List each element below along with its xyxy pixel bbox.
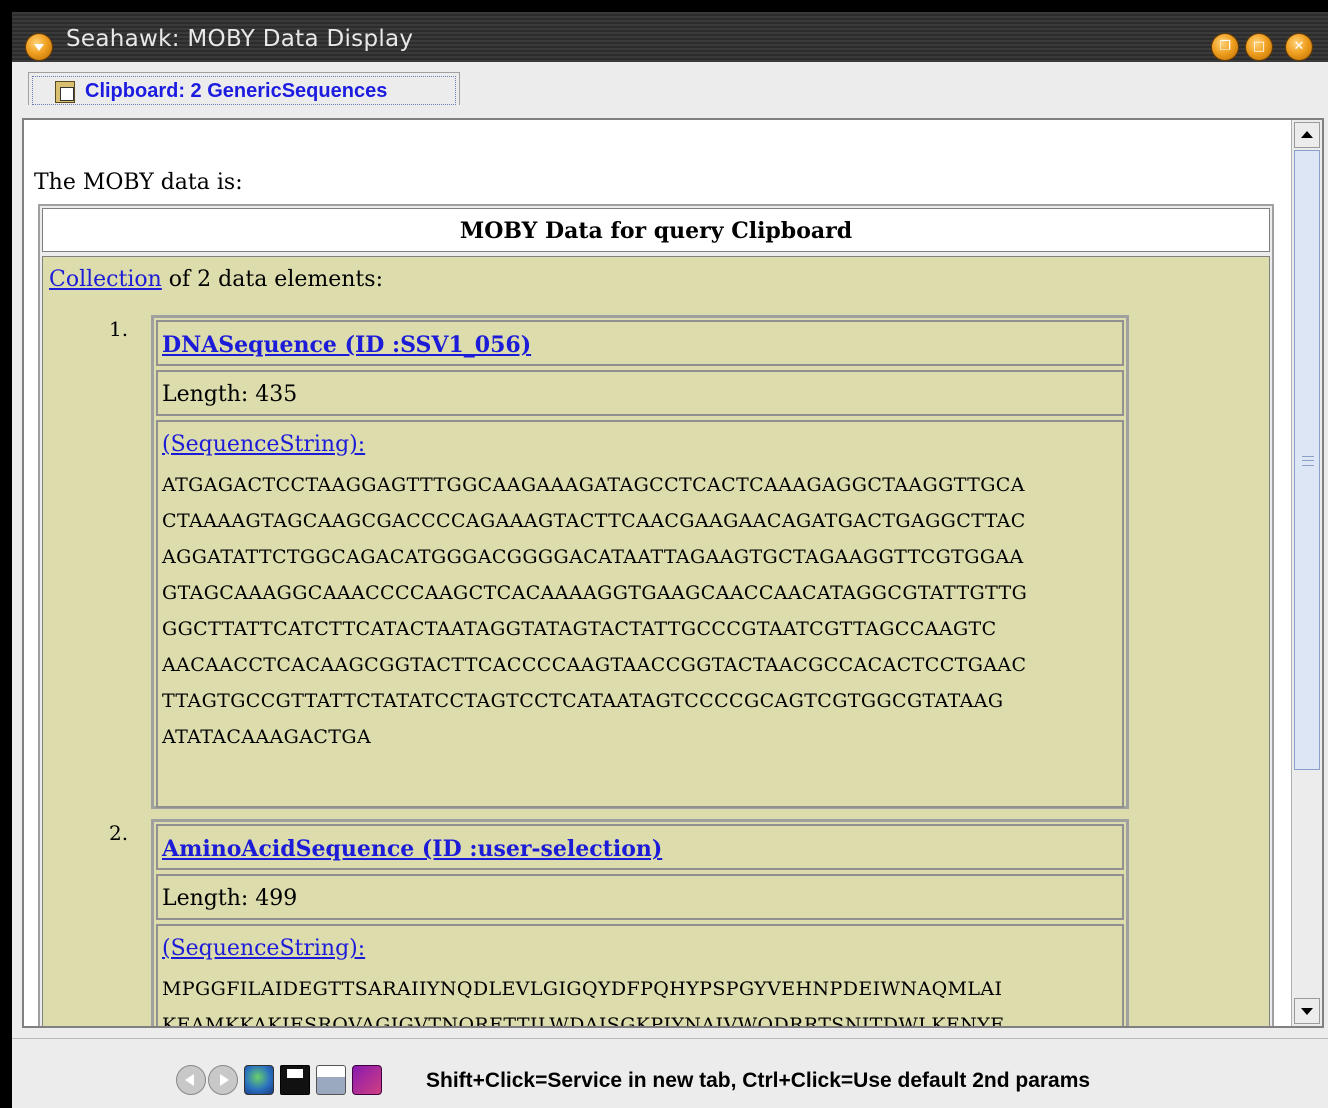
table-header: MOBY Data for query Clipboard: [42, 208, 1270, 252]
sequence-string-link[interactable]: (SequenceString):: [162, 432, 365, 457]
sequence-line: AGGATATTCTGGCAGACATGGGACGGGGACATAATTAGAA…: [162, 546, 1024, 568]
document-view: The MOBY data is: MOBY Data for query Cl…: [24, 120, 1290, 1026]
app-window: Seahawk: MOBY Data Display ❐ □ ✕ Clipboa…: [12, 12, 1328, 1108]
item-title-link[interactable]: AminoAcidSequence (ID :user-selection): [162, 836, 662, 862]
moby-data-table: MOBY Data for query Clipboard Collection…: [38, 204, 1274, 1026]
sequence-line: AACAACCTCACAAGCGGTACTTCACCCCAAGTAACCGGTA…: [162, 654, 1027, 676]
item-title-cell: DNASequence (ID :SSV1_056): [156, 320, 1124, 366]
content-frame: The MOBY data is: MOBY Data for query Cl…: [22, 118, 1324, 1028]
clipboard-icon: [55, 81, 75, 103]
list-item: AminoAcidSequence (ID :user-selection) L…: [151, 819, 1129, 1026]
sequence-line: CTAAAAGTAGCAAGCGACCCCAGAAAGTACTTCAACGAAG…: [162, 510, 1026, 532]
list-item: DNASequence (ID :SSV1_056) Length: 435 (…: [151, 315, 1129, 809]
sequence-text[interactable]: ATGAGACTCCTAAGGAGTTTGGCAAGAAAGATAGCCTCAC…: [158, 457, 1122, 755]
sequence-line: GGCTTATTCATCTTCATACTAATAGGTATAGTACTATTGC…: [162, 618, 997, 640]
print-icon[interactable]: [316, 1065, 346, 1095]
window-menu-icon[interactable]: [26, 34, 52, 60]
book-icon[interactable]: [352, 1065, 382, 1095]
back-icon[interactable]: [176, 1065, 206, 1095]
sequence-line: TTAGTGCCGTTATTCTATATCCTAGTCCTCATAATAGTCC…: [162, 690, 1004, 712]
tab-strip: Clipboard: 2 GenericSequences: [12, 62, 1328, 118]
window-title: Seahawk: MOBY Data Display: [66, 26, 414, 52]
scroll-thumb[interactable]: [1294, 150, 1320, 770]
sequence-line: KEAMKKAKIESRQVAGIGVTNQRETTILWDAISGKPIYNA…: [162, 1014, 1004, 1026]
minimize-icon[interactable]: □: [1246, 34, 1272, 60]
collection-suffix: of 2 data elements:: [161, 267, 383, 292]
intro-text: The MOBY data is:: [34, 170, 243, 195]
scroll-up-button[interactable]: [1294, 122, 1320, 148]
item-title-link[interactable]: DNASequence (ID :SSV1_056): [162, 332, 531, 358]
sequence-line: GTAGCAAAGGCAAACCCCAAGCTCACAAAAGGTGAAGCAA…: [162, 582, 1028, 604]
item-title-cell: AminoAcidSequence (ID :user-selection): [156, 824, 1124, 870]
item-length: Length: 499: [162, 886, 298, 911]
item-number: 2.: [109, 821, 129, 845]
sequence-line: ATATACAAAGACTGA: [162, 726, 372, 748]
forward-icon[interactable]: [208, 1065, 238, 1095]
title-bar[interactable]: Seahawk: MOBY Data Display ❐ □ ✕: [12, 12, 1328, 62]
tab-clipboard[interactable]: Clipboard: 2 GenericSequences: [28, 72, 460, 105]
grip-icon: [1302, 456, 1314, 466]
close-icon[interactable]: ✕: [1286, 34, 1312, 60]
restore-icon[interactable]: ❐: [1212, 34, 1238, 60]
table-body: Collection of 2 data elements: 1. DNASeq…: [42, 256, 1270, 1026]
item-length-cell: Length: 499: [156, 874, 1124, 920]
vertical-scrollbar[interactable]: [1291, 120, 1322, 1026]
item-sequence-cell: (SequenceString): ATGAGACTCCTAAGGAGTTTGG…: [156, 420, 1124, 808]
sequence-text[interactable]: MPGGFILAIDEGTTSARAIIYNQDLEVLGIGQYDFPQHYP…: [158, 961, 1122, 1026]
globe-icon[interactable]: [244, 1065, 274, 1095]
sequence-line: MPGGFILAIDEGTTSARAIIYNQDLEVLGIGQYDFPQHYP…: [162, 978, 1003, 1000]
collection-line: Collection of 2 data elements:: [49, 267, 383, 292]
item-length: Length: 435: [162, 382, 298, 407]
status-bar: Shift+Click=Service in new tab, Ctrl+Cli…: [12, 1038, 1328, 1108]
sequence-string-link[interactable]: (SequenceString):: [162, 936, 365, 961]
tab-label: Clipboard: 2 GenericSequences: [85, 80, 388, 102]
sequence-line: ATGAGACTCCTAAGGAGTTTGGCAAGAAAGATAGCCTCAC…: [162, 474, 1025, 496]
save-icon[interactable]: [280, 1065, 310, 1095]
collection-link[interactable]: Collection: [49, 267, 162, 292]
item-length-cell: Length: 435: [156, 370, 1124, 416]
scroll-down-button[interactable]: [1294, 998, 1320, 1024]
item-sequence-cell: (SequenceString): MPGGFILAIDEGTTSARAIIYN…: [156, 924, 1124, 1026]
item-number: 1.: [109, 317, 129, 341]
status-hint: Shift+Click=Service in new tab, Ctrl+Cli…: [426, 1069, 1091, 1092]
